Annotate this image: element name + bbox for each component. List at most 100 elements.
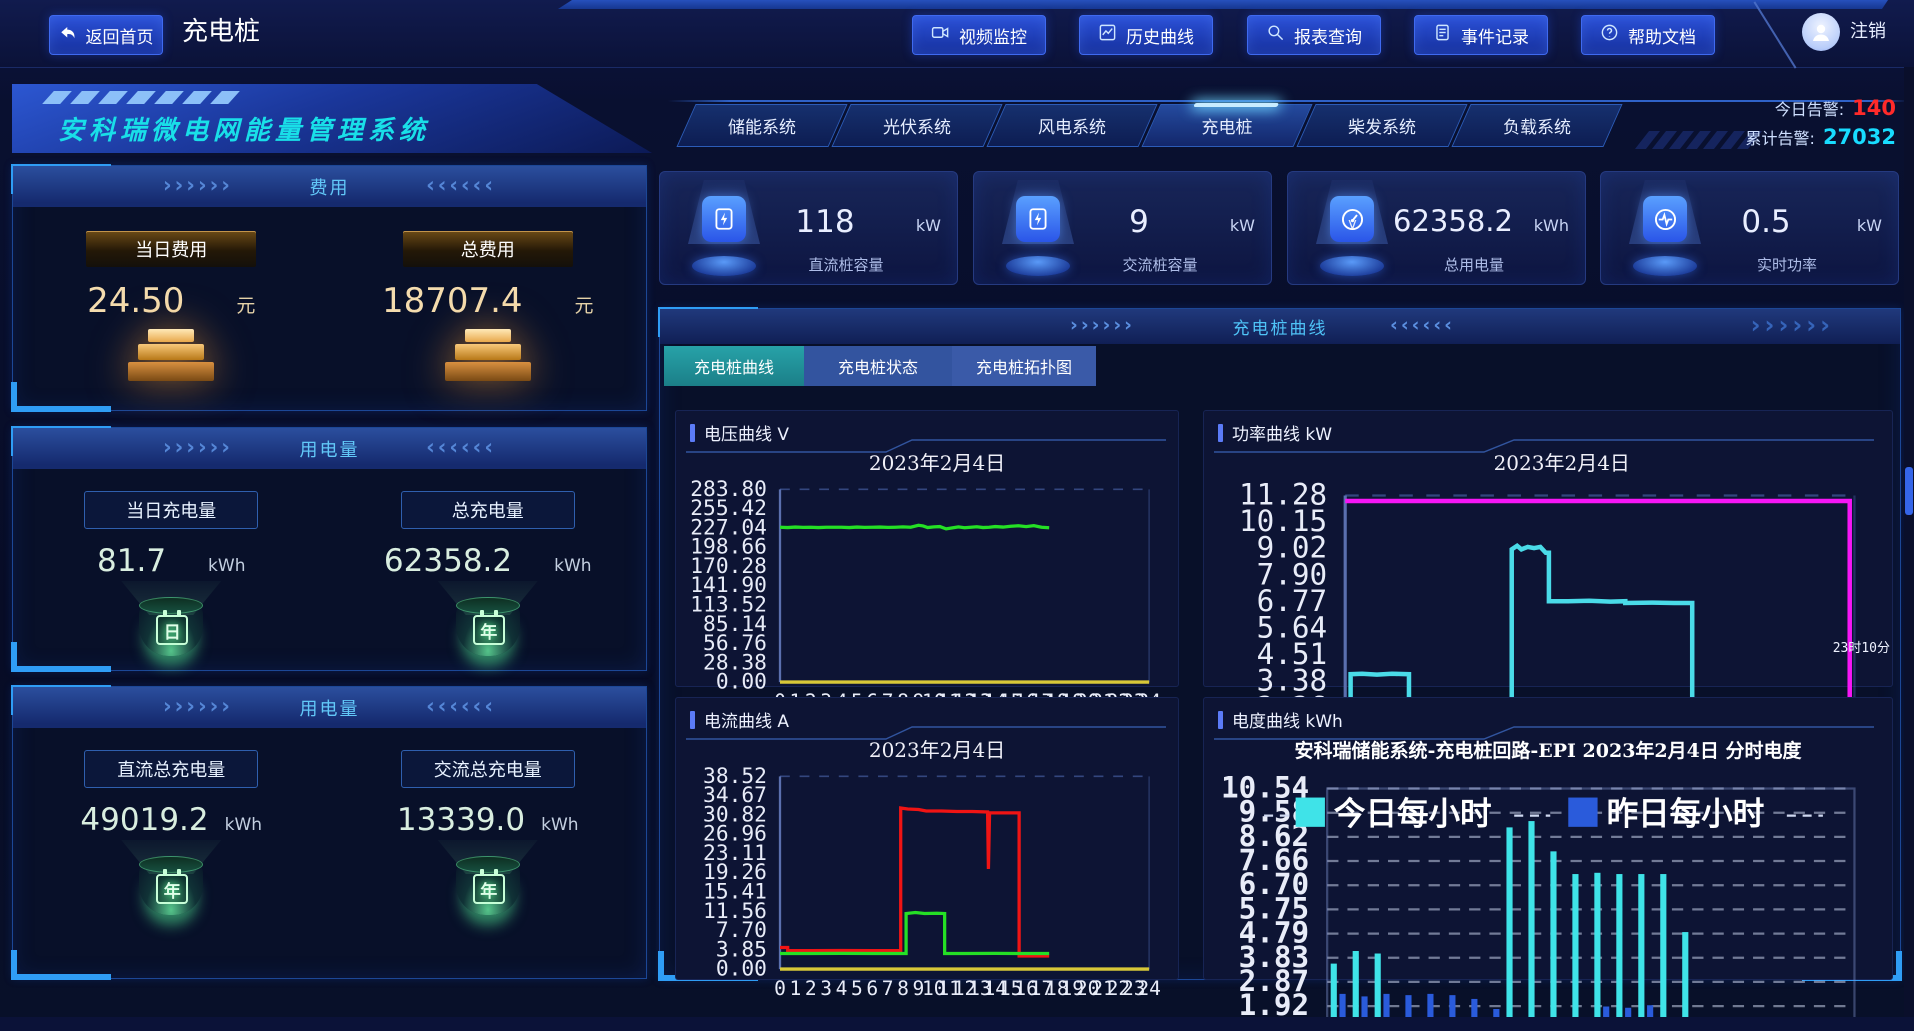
power-chart-time-annotation: 23时10分: [1833, 637, 1890, 656]
dc-total-unit: kWh: [225, 815, 262, 835]
header-divider: [1753, 1, 1796, 68]
charging-pile-icon: [702, 196, 746, 242]
chevrons-right-decoration: ››››››: [1070, 309, 1135, 344]
ac-capacity-unit: kW: [1230, 216, 1255, 235]
ac-capacity-card: 9 kW 交流桩容量: [973, 171, 1272, 285]
energy-chart-plot: 10.549.588.627.666.705.754.793.832.871.9…: [1210, 766, 1886, 1031]
video-monitor-label: 视频监控: [959, 23, 1027, 48]
realtime-pulse-icon: [1643, 196, 1687, 242]
dc-total-block: 直流总充电量 49019.2 kWh 年: [13, 728, 330, 978]
top-accent-strip: [558, 0, 1888, 9]
power-chart-cell: 功率曲线 kW 2023年2月4日 11.2810.159.027.906.77…: [1203, 410, 1893, 687]
history-curve-label: 历史曲线: [1126, 23, 1194, 48]
calendar-day-icon: 日: [116, 581, 226, 667]
current-chart-plot: 38.5234.6730.8226.9623.1119.2615.4111.56…: [682, 760, 1172, 1005]
total-charge-chip: 总充电量: [401, 491, 575, 529]
gold-box-icon: [445, 325, 531, 387]
total-alarm-label: 累计告警:: [1746, 125, 1815, 149]
current-chart-date: 2023年2月4日: [786, 734, 1087, 763]
title-accent-bar: [690, 711, 695, 729]
tab-wind-system[interactable]: 风电系统: [986, 104, 1157, 147]
chevrons-right-decoration: ››››››: [163, 687, 233, 728]
daily-cost-unit: 元: [236, 291, 255, 318]
brand-panel: 安科瑞微电网能量管理系统: [12, 84, 652, 153]
current-chart-cell: 电流曲线 A 2023年2月4日 38.5234.6730.8226.9623.…: [675, 697, 1179, 980]
event-log-icon: [1433, 23, 1452, 47]
brand-slashes-decoration: [48, 91, 234, 104]
dcac-energy-panel: ›››››› 用电量 ‹‹‹‹‹‹ 直流总充电量 49019.2 kWh 年 交…: [12, 686, 647, 979]
tab-pv-system[interactable]: 光伏系统: [831, 104, 1002, 147]
power-chart-date: 2023年2月4日: [1355, 447, 1768, 476]
chevrons-left-decoration: ‹‹‹‹‹‹: [426, 687, 496, 728]
tab-diesel-system[interactable]: 柴发系统: [1296, 104, 1467, 147]
chevrons-right-decoration: ››››››: [163, 428, 233, 469]
voltage-chart-date: 2023年2月4日: [786, 447, 1087, 476]
daily-charge-unit: kWh: [208, 556, 245, 576]
tab-storage-system[interactable]: 储能系统: [676, 104, 847, 147]
page-scrollbar[interactable]: [1904, 67, 1914, 1031]
history-curve-button[interactable]: 历史曲线: [1079, 15, 1213, 55]
video-icon: [931, 23, 950, 47]
daily-charge-value: 81.7: [97, 543, 166, 579]
cost-panel-title: 费用: [310, 174, 350, 200]
total-energy-card: v 62358.2 kWh 总用电量: [1287, 171, 1586, 285]
report-search-icon: [1266, 23, 1285, 47]
current-chart-title: 电流曲线 A: [704, 707, 789, 732]
realtime-power-unit: kW: [1857, 216, 1882, 235]
video-monitor-button[interactable]: 视频监控: [912, 15, 1046, 55]
realtime-power-value: 0.5: [1703, 204, 1829, 240]
help-icon: [1600, 23, 1619, 47]
power-chart-title: 功率曲线 kW: [1232, 420, 1332, 445]
help-docs-button[interactable]: 帮助文档: [1581, 15, 1715, 55]
svg-text:3: 3: [820, 977, 832, 1000]
charging-pile-icon: [1016, 196, 1060, 242]
today-alarm-label: 今日告警:: [1775, 96, 1844, 120]
dc-capacity-unit: kW: [916, 216, 941, 235]
energy-chart-title: 电度曲线 kWh: [1232, 707, 1343, 732]
subtab-pile-curves[interactable]: 充电桩曲线: [664, 346, 804, 386]
page-title: 充电桩: [182, 0, 260, 67]
total-charge-unit: kWh: [554, 556, 591, 576]
avatar[interactable]: [1802, 13, 1840, 51]
user-icon: [1809, 20, 1833, 44]
voltage-chart-plot: 283.80255.42227.04198.66170.28141.90113.…: [682, 473, 1172, 718]
charging-curves-title: 充电桩曲线: [1233, 314, 1328, 339]
total-alarm-value: 27032: [1823, 125, 1896, 149]
realtime-power-card: 0.5 kW 实时功率: [1600, 171, 1899, 285]
history-chart-icon: [1098, 23, 1117, 47]
subtab-pile-topology[interactable]: 充电桩拓扑图: [952, 346, 1096, 386]
cost-panel-header: ›››››› 费用 ‹‹‹‹‹‹: [13, 166, 646, 207]
chevrons-left-decoration: ‹‹‹‹‹‹: [1390, 309, 1455, 344]
svg-text:昨日每小时: 昨日每小时: [1607, 796, 1765, 833]
total-energy-unit: kWh: [1534, 216, 1569, 235]
svg-text:v: v: [1348, 215, 1357, 232]
svg-text:8: 8: [897, 977, 909, 1000]
dcac-energy-panel-header: ›››››› 用电量 ‹‹‹‹‹‹: [13, 687, 646, 728]
meter-gauge-icon: v: [1330, 196, 1374, 242]
help-docs-label: 帮助文档: [1628, 23, 1696, 48]
chevrons-right-decoration: ››››››: [163, 166, 233, 207]
svg-text:6: 6: [866, 977, 878, 1000]
brand-title: 安科瑞微电网能量管理系统: [58, 110, 430, 147]
total-charge-block: 总充电量 62358.2 kWh 年: [330, 469, 647, 670]
tab-load-system[interactable]: 负载系统: [1451, 104, 1622, 147]
event-log-button[interactable]: 事件记录: [1414, 15, 1548, 55]
dc-capacity-label: 直流桩容量: [760, 254, 932, 275]
tab-charging-pile[interactable]: 充电桩: [1141, 104, 1312, 147]
scrollbar-thumb[interactable]: [1905, 467, 1913, 515]
report-query-label: 报表查询: [1294, 23, 1362, 48]
dc-capacity-value: 118: [762, 204, 888, 240]
tab-strip-topline: [668, 100, 1908, 102]
logout-button[interactable]: 注销: [1850, 0, 1886, 67]
subtab-pile-status[interactable]: 充电桩状态: [804, 346, 952, 386]
report-query-button[interactable]: 报表查询: [1247, 15, 1381, 55]
total-cost-block: 总费用 18707.4 元: [330, 207, 647, 410]
calendar-year-icon: 年: [433, 840, 543, 926]
ac-total-unit: kWh: [541, 815, 578, 835]
back-home-button[interactable]: 返回首页: [49, 15, 163, 55]
dc-capacity-card: 118 kW 直流桩容量: [659, 171, 958, 285]
energy-chart-subtitle: 安科瑞储能系统-充电桩回路-EPI 2023年2月4日 分时电度: [1204, 736, 1892, 763]
title-accent-bar: [690, 424, 695, 442]
svg-text:5: 5: [851, 977, 863, 1000]
svg-text:7: 7: [882, 977, 894, 1000]
